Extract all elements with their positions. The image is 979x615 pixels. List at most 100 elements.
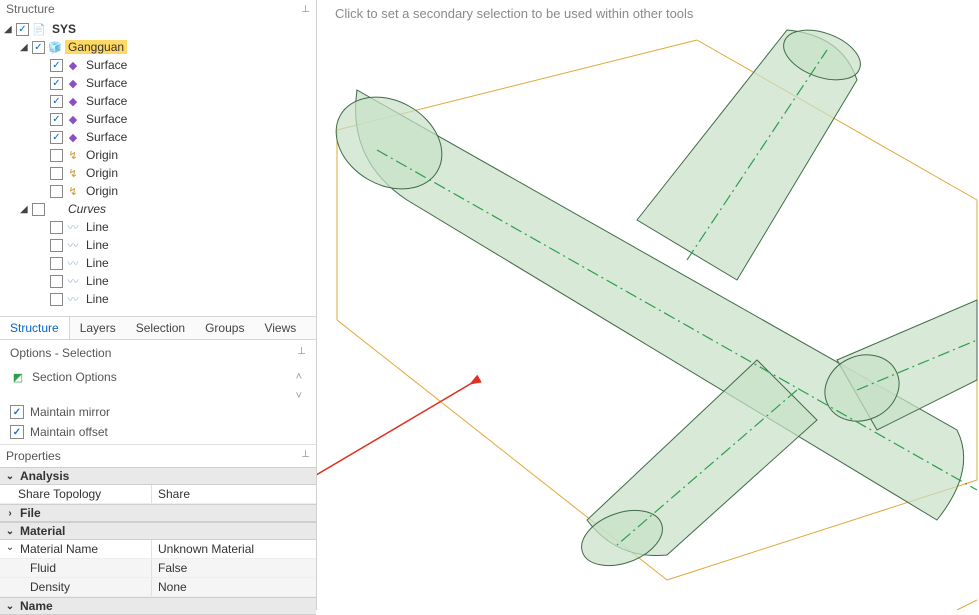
collapse-icon[interactable]: ◢ (4, 24, 14, 35)
line-icon: 〰 (65, 255, 81, 271)
collapse-icon[interactable]: ⌄ (4, 526, 16, 537)
tab-selection[interactable]: Selection (126, 317, 195, 339)
tree-surface[interactable]: ◆ Surface (4, 74, 316, 92)
line-icon: 〰 (65, 273, 81, 289)
tree-curves-group[interactable]: ◢ Curves (4, 200, 316, 218)
collapse-icon[interactable]: ◢ (20, 42, 30, 53)
structure-title: Structure (6, 2, 55, 16)
tree-label[interactable]: SYS (49, 22, 79, 36)
checkbox[interactable] (32, 41, 45, 54)
prop-value[interactable]: None (152, 578, 316, 596)
tree-line[interactable]: 〰 Line (4, 236, 316, 254)
surface-icon: ◆ (65, 93, 81, 109)
checkbox[interactable] (50, 113, 63, 126)
tree-surface[interactable]: ◆ Surface (4, 56, 316, 74)
tree-label[interactable]: Origin (83, 184, 121, 198)
tree-surface[interactable]: ◆ Surface (4, 92, 316, 110)
checkbox[interactable] (10, 405, 24, 419)
tree-label[interactable]: Surface (83, 130, 130, 144)
pin-icon[interactable]: ⊥ (301, 4, 310, 15)
tree-label[interactable]: Line (83, 238, 112, 252)
tab-groups[interactable]: Groups (195, 317, 254, 339)
checkbox[interactable] (16, 23, 29, 36)
checkbox[interactable] (32, 203, 45, 216)
tree-origin[interactable]: ↯ Origin (4, 164, 316, 182)
tree-label[interactable]: Line (83, 220, 112, 234)
viewport-3d[interactable]: Click to set a secondary selection to be… (317, 0, 979, 610)
prop-group-analysis[interactable]: ⌄ Analysis (0, 467, 316, 485)
origin-icon: ↯ (65, 165, 81, 181)
checkbox[interactable] (50, 275, 63, 288)
tab-views[interactable]: Views (254, 317, 306, 339)
expand-icon[interactable]: › (4, 508, 16, 519)
group-label: Name (20, 599, 53, 613)
tree-label[interactable]: Origin (83, 148, 121, 162)
origin-icon: ↯ (65, 183, 81, 199)
checkbox[interactable] (50, 239, 63, 252)
collapse-icon[interactable]: ◢ (20, 204, 30, 215)
checkbox[interactable] (50, 149, 63, 162)
prop-fluid[interactable]: Fluid False (0, 559, 316, 578)
tree-label[interactable]: Curves (65, 202, 109, 216)
surface-icon: ◆ (65, 111, 81, 127)
option-maintain-offset[interactable]: Maintain offset (6, 422, 310, 442)
chevron-down-icon[interactable]: ˅ (292, 390, 306, 402)
tree-label[interactable]: Surface (83, 76, 130, 90)
model-render (317, 0, 979, 610)
prop-value[interactable]: Unknown Material (152, 540, 316, 558)
tree-root[interactable]: ◢ 📄 SYS (4, 20, 316, 38)
tab-structure[interactable]: Structure (0, 317, 70, 339)
collapse-icon[interactable]: ⌄ (4, 542, 16, 556)
checkbox[interactable] (50, 257, 63, 270)
prop-share-topology[interactable]: Share Topology Share (0, 485, 316, 504)
component-icon: 🧊 (47, 39, 63, 55)
prop-group-name[interactable]: ⌄ Name (0, 597, 316, 615)
tree-label[interactable]: Line (83, 256, 112, 270)
tree-line[interactable]: 〰 Line (4, 218, 316, 236)
tree-label[interactable]: Origin (83, 166, 121, 180)
assembly-icon: 📄 (31, 21, 47, 37)
tree-label[interactable]: Line (83, 274, 112, 288)
section-icon: ◩ (10, 369, 26, 385)
checkbox[interactable] (50, 221, 63, 234)
checkbox[interactable] (50, 185, 63, 198)
tab-layers[interactable]: Layers (70, 317, 126, 339)
collapse-icon[interactable]: ⌄ (4, 471, 16, 482)
tree-label[interactable]: Gangguan (65, 40, 127, 54)
prop-density[interactable]: Density None (0, 578, 316, 597)
tree-line[interactable]: 〰 Line (4, 290, 316, 308)
prop-material-name[interactable]: ⌄ Material Name Unknown Material (0, 540, 316, 559)
checkbox[interactable] (50, 95, 63, 108)
option-section[interactable]: ◩ Section Options ˄ (6, 366, 310, 388)
panel-tabs: Structure Layers Selection Groups Views (0, 316, 316, 340)
tree-line[interactable]: 〰 Line (4, 272, 316, 290)
pin-icon[interactable]: ⊥ (297, 346, 306, 360)
option-label: Maintain offset (30, 425, 108, 439)
tree-surface[interactable]: ◆ Surface (4, 128, 316, 146)
prop-value[interactable]: Share (152, 485, 316, 503)
group-label: Analysis (20, 469, 69, 483)
checkbox[interactable] (10, 425, 24, 439)
tree-label[interactable]: Surface (83, 58, 130, 72)
group-label: Material (20, 524, 65, 538)
checkbox[interactable] (50, 167, 63, 180)
checkbox[interactable] (50, 59, 63, 72)
option-maintain-mirror[interactable]: Maintain mirror (6, 402, 310, 422)
tree-surface[interactable]: ◆ Surface (4, 110, 316, 128)
chevron-up-icon[interactable]: ˄ (292, 371, 306, 383)
checkbox[interactable] (50, 131, 63, 144)
tree-component[interactable]: ◢ 🧊 Gangguan (4, 38, 316, 56)
tree-origin[interactable]: ↯ Origin (4, 182, 316, 200)
tree-label[interactable]: Line (83, 292, 112, 306)
pin-icon[interactable]: ⊥ (301, 449, 310, 463)
prop-group-file[interactable]: › File (0, 504, 316, 522)
properties-grid: ⌄ Analysis Share Topology Share › File ⌄… (0, 467, 316, 615)
checkbox[interactable] (50, 293, 63, 306)
tree-line[interactable]: 〰 Line (4, 254, 316, 272)
tree-label[interactable]: Surface (83, 94, 130, 108)
tree-origin[interactable]: ↯ Origin (4, 146, 316, 164)
checkbox[interactable] (50, 77, 63, 90)
prop-value[interactable]: False (152, 559, 316, 577)
tree-label[interactable]: Surface (83, 112, 130, 126)
prop-group-material[interactable]: ⌄ Material (0, 522, 316, 540)
